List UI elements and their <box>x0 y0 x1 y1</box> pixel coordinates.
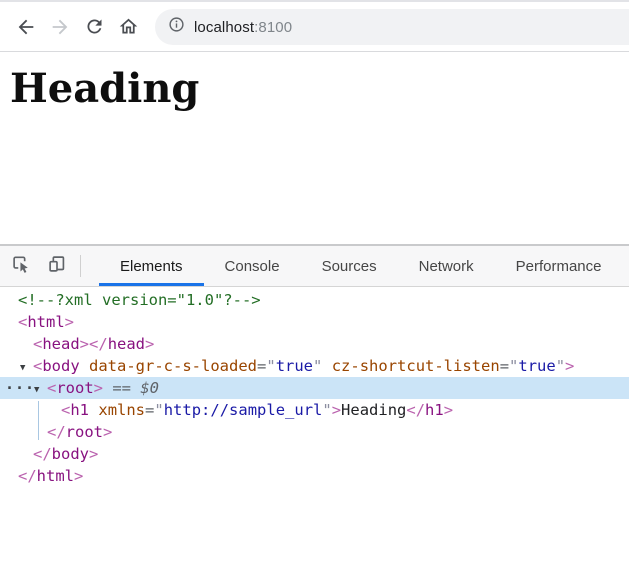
tree-node[interactable]: <html> <box>0 311 629 333</box>
tab-performance[interactable]: Performance <box>495 246 623 286</box>
code-segment: = <box>257 357 267 375</box>
code-segment: <!--?xml version="1.0"?--> <box>18 291 261 309</box>
code-segment: </ <box>406 401 426 419</box>
code-segment: </ <box>89 335 108 353</box>
selected-node-marker-icon[interactable]: ··· <box>5 377 35 399</box>
code-segment: head <box>42 335 80 353</box>
code-segment: $0 <box>140 379 160 397</box>
code-segment: " <box>509 357 519 375</box>
tree-node[interactable]: ▼ <body data-gr-c-s-loaded="true" cz-shor… <box>0 355 629 377</box>
inspect-element-button[interactable] <box>6 246 36 286</box>
tree-node[interactable]: <head></head> <box>0 333 629 355</box>
code-segment: " <box>154 401 164 419</box>
inspect-cursor-icon <box>10 253 32 280</box>
code-segment: = <box>145 401 155 419</box>
code-segment: Heading <box>341 401 407 419</box>
code-segment: < <box>61 401 71 419</box>
expand-arrow-icon[interactable]: ▼ <box>20 357 33 379</box>
code-segment: < <box>47 379 57 397</box>
code-segment: body <box>42 357 80 375</box>
site-info-icon[interactable] <box>168 16 185 38</box>
code-segment: > <box>103 423 113 441</box>
reload-button[interactable] <box>78 11 110 43</box>
url-host: localhost <box>194 18 255 36</box>
code-segment: < <box>18 313 28 331</box>
code-segment: root <box>65 423 103 441</box>
code-segment: > <box>79 335 90 353</box>
page-heading: Heading <box>10 65 200 112</box>
page-viewport: Heading <box>0 52 629 246</box>
tab-network[interactable]: Network <box>398 246 495 286</box>
code-segment: > <box>331 401 342 419</box>
devtools-tabbar: Elements Console Sources Network Performance <box>0 246 629 287</box>
tree-node[interactable]: </html> <box>0 465 629 487</box>
code-segment: > <box>74 467 84 485</box>
code-segment: > <box>64 313 75 331</box>
code-segment: " <box>313 357 323 375</box>
tree-node-selected[interactable]: ··· ▼ <root> == $0 <box>0 377 629 399</box>
tree-node[interactable]: <!--?xml version="1.0"?--> <box>0 289 629 311</box>
code-segment: > <box>89 445 99 463</box>
code-segment: </ <box>18 467 37 485</box>
devtools-panel: Elements Console Sources Network Performance… <box>0 246 629 560</box>
code-segment: </ <box>33 445 52 463</box>
code-segment: html <box>36 467 74 485</box>
browser-toolbar: localhost:8100 <box>0 2 629 52</box>
devtools-tabs: Elements Console Sources Network Performance <box>99 246 623 286</box>
code-segment: < <box>33 357 43 375</box>
code-segment: == <box>103 379 141 397</box>
back-button[interactable] <box>10 11 42 43</box>
code-segment: > <box>145 335 155 353</box>
toolbar-divider <box>80 255 81 277</box>
dom-tree[interactable]: <!--?xml version="1.0"?--> <html> <head></… <box>0 287 629 560</box>
browser-window: localhost:8100 Heading Elements Console … <box>0 0 629 561</box>
device-toolbar-button[interactable] <box>42 246 72 286</box>
expand-arrow-icon[interactable]: ▼ <box>34 379 47 401</box>
code-segment: data-gr-c-s-loaded <box>89 357 257 375</box>
tree-node[interactable]: <h1 xmlns="http://sample_url">Heading</h… <box>0 399 629 421</box>
code-segment: h1 <box>425 401 444 419</box>
code-segment: > <box>93 379 104 397</box>
tree-node[interactable]: </body> <box>0 443 629 465</box>
code-segment: true <box>275 357 314 375</box>
code-segment: http://sample_url <box>163 401 323 419</box>
arrow-right-icon <box>49 16 71 38</box>
code-segment: < <box>33 335 43 353</box>
code-segment: " <box>322 401 332 419</box>
code-segment: > <box>443 401 454 419</box>
forward-button[interactable] <box>44 11 76 43</box>
code-segment: xmlns <box>98 401 146 419</box>
code-segment: = <box>499 357 510 375</box>
code-segment: root <box>56 379 94 397</box>
code-segment: > <box>565 357 575 375</box>
tab-sources[interactable]: Sources <box>301 246 398 286</box>
arrow-left-icon <box>15 16 37 38</box>
code-segment: body <box>51 445 89 463</box>
code-segment: true <box>518 357 556 375</box>
code-segment: " <box>266 357 276 375</box>
url-port: :8100 <box>254 18 293 36</box>
refresh-icon <box>84 16 105 37</box>
tab-elements[interactable]: Elements <box>99 246 204 286</box>
code-segment: cz-shortcut-listen <box>331 357 500 375</box>
url-text: localhost:8100 <box>194 19 292 36</box>
tree-node[interactable]: </root> <box>0 421 629 443</box>
device-toolbar-icon <box>46 253 68 280</box>
tab-console[interactable]: Console <box>204 246 301 286</box>
home-button[interactable] <box>112 11 144 43</box>
home-icon <box>118 16 139 37</box>
url-bar[interactable]: localhost:8100 <box>155 9 629 45</box>
code-segment: h1 <box>70 401 90 419</box>
code-segment: </ <box>47 423 66 441</box>
code-segment: html <box>27 313 65 331</box>
code-segment: head <box>107 335 146 353</box>
code-segment: " <box>555 357 566 375</box>
